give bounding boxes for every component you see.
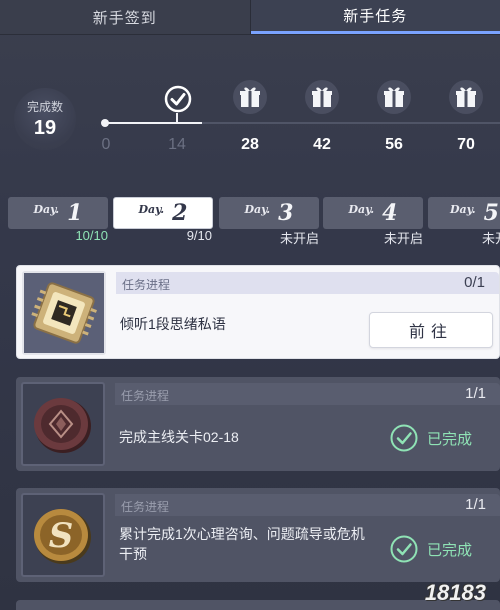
day-status-5: 未开启 — [482, 231, 500, 246]
task-title: 完成主线关卡02-18 — [119, 429, 239, 445]
task-progress: 0/1 — [464, 274, 485, 291]
day-word: Day. — [348, 202, 375, 216]
chip-icon — [24, 273, 104, 353]
day-card-2[interactable]: Day. 2 — [113, 197, 213, 229]
task-card: S 任务进程 1/1 累计完成1次心理咨询、问题疏导或危机干预 已完成 — [16, 488, 500, 582]
task-progress: 1/1 — [465, 385, 486, 402]
task-thumbnail — [22, 271, 106, 355]
progress-track-start-dot — [101, 119, 109, 127]
day-status-2: 9/10 — [186, 228, 212, 243]
gift-icon[interactable] — [377, 80, 411, 114]
task-thumbnail — [21, 382, 105, 466]
coin-icon — [34, 398, 91, 453]
check-circle-icon — [390, 424, 418, 452]
day-status-3: 未开启 — [279, 231, 319, 246]
gift-icon[interactable] — [305, 80, 339, 114]
svg-text:S: S — [49, 516, 74, 556]
completion-count-value: 19 — [33, 117, 57, 139]
day-number: 2 — [172, 200, 188, 226]
milestone-tick — [176, 113, 178, 123]
tab-bar: 新手签到 新手任务 — [0, 0, 500, 34]
day-word: Day. — [450, 202, 476, 216]
check-circle-icon — [390, 535, 418, 563]
day-card-5[interactable]: Day. 5 — [428, 197, 500, 229]
task-thumbnail: S — [21, 493, 105, 577]
task-header: 任务进程 1/1 — [115, 383, 500, 405]
day-card-4[interactable]: Day. 4 — [323, 197, 423, 229]
completion-count-label: 完成数 — [26, 100, 63, 114]
milestone-value: 70 — [457, 136, 475, 153]
task-card: 任务进程 1/1 完成主线关卡02-18 已完成 — [16, 377, 500, 471]
go-button[interactable]: 前往 — [369, 312, 493, 348]
day-number: 3 — [278, 200, 294, 226]
task-title: 累计完成1次心理咨询、问题疏导或危机干预 — [119, 526, 365, 562]
completed-badge: 已完成 — [389, 423, 472, 453]
tab-divider — [0, 34, 500, 35]
day-number: 1 — [67, 200, 83, 226]
gift-icon[interactable] — [449, 80, 483, 114]
milestone-value: 56 — [385, 136, 403, 153]
day-number: 5 — [483, 200, 499, 226]
milestone-value: 0 — [101, 136, 111, 153]
day-status-1: 10/10 — [75, 228, 108, 243]
s-coin-icon: S — [34, 509, 91, 564]
completed-label: 已完成 — [426, 430, 472, 448]
watermark-logo: 18183 — [424, 580, 486, 605]
task-header: 任务进程 1/1 — [115, 494, 500, 516]
day-word: Day. — [244, 202, 271, 216]
completion-count-badge: 完成数 19 — [14, 88, 76, 150]
milestone-value: 28 — [241, 136, 259, 153]
milestone-value: 14 — [168, 136, 186, 153]
day-word: Day. — [33, 202, 60, 216]
progress-track-fill — [104, 122, 202, 124]
tab-newbie-signin[interactable]: 新手签到 — [0, 0, 251, 34]
task-header-label: 任务进程 — [121, 389, 170, 403]
check-circle-icon — [164, 85, 192, 113]
task-header-label: 任务进程 — [122, 278, 171, 292]
day-number: 4 — [382, 200, 398, 226]
tab-newbie-tasks[interactable]: 新手任务 — [250, 0, 500, 34]
day-card-3[interactable]: Day. 3 — [219, 197, 319, 229]
gift-icon[interactable] — [233, 80, 267, 114]
milestone-value: 42 — [313, 136, 331, 153]
completed-label: 已完成 — [426, 541, 472, 559]
day-status-4: 未开启 — [383, 231, 423, 246]
day-card-1[interactable]: Day. 1 — [8, 197, 108, 229]
task-progress: 1/1 — [465, 496, 486, 513]
task-header: 任务进程 0/1 — [116, 272, 499, 294]
task-header-label: 任务进程 — [121, 500, 170, 514]
day-word: Day. — [138, 202, 165, 216]
completed-badge: 已完成 — [389, 534, 472, 564]
task-card: 任务进程 0/1 倾听1段思绪私语 前往 — [16, 265, 500, 359]
task-title: 倾听1段思绪私语 — [120, 316, 226, 332]
